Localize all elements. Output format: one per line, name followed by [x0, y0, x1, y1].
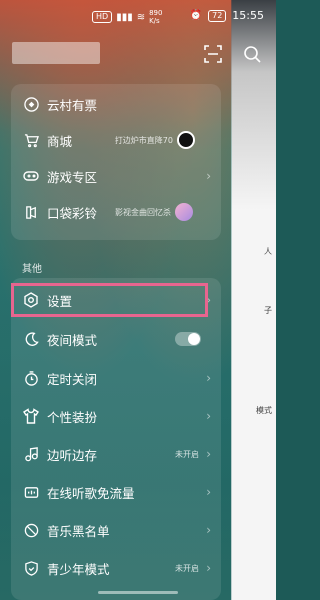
timer-icon	[23, 370, 39, 386]
main-page-peek[interactable]: 人 子 模式	[231, 0, 276, 600]
menu-label: 边听边存	[47, 447, 98, 463]
menu-item-blacklist[interactable]: 音乐黑名单 ›	[11, 512, 221, 548]
menu-label: 口袋彩铃	[47, 205, 98, 221]
battery-indicator: 72	[208, 9, 227, 22]
menu-label: 商城	[47, 133, 73, 149]
menu-item-data-free[interactable]: 在线听歌免流量 ›	[11, 474, 221, 510]
menu-item-night-mode[interactable]: 夜间模式	[11, 321, 221, 357]
promo-thumbnail	[175, 203, 193, 221]
cart-icon	[23, 132, 39, 148]
block-icon	[23, 522, 39, 538]
chevron-right-icon: ›	[206, 409, 211, 423]
menu-label: 定时关闭	[47, 371, 98, 387]
network-speed: 890 K/s	[149, 9, 163, 25]
status-text: 未开启	[175, 563, 199, 573]
data-free-icon	[23, 484, 39, 500]
alarm-icon: ⏰	[189, 10, 203, 21]
chevron-right-icon: ›	[206, 447, 211, 461]
shirt-icon	[23, 408, 39, 424]
menu-item-mall[interactable]: 商城 打边炉市直降70	[11, 122, 221, 158]
other-card: 设置 › 夜间模式 定时关闭 › 个性装扮 › 边听边存 未开启 › 在线听歌免	[11, 278, 221, 600]
menu-item-listen-save[interactable]: 边听边存 未开启 ›	[11, 436, 221, 472]
section-title: 其他	[22, 264, 42, 275]
clock: 15:55	[232, 9, 264, 22]
settings-highlight-box	[11, 283, 208, 317]
menu-item-ringtone[interactable]: 口袋彩铃 影视金曲回忆杀	[11, 194, 221, 230]
wifi-icon: ≋	[136, 11, 146, 23]
search-icon[interactable]	[243, 45, 261, 63]
menu-label: 音乐黑名单	[47, 523, 110, 539]
peek-text: 子	[264, 306, 272, 315]
promo-text: 影视金曲回忆杀	[115, 207, 171, 217]
menu-label: 个性装扮	[47, 409, 98, 425]
hd-badge: HD	[92, 11, 113, 23]
shield-icon	[23, 560, 39, 576]
menu-label: 游戏专区	[47, 169, 98, 185]
home-indicator	[98, 591, 178, 594]
status-bar: HD ▮▮▮ ≋ 890 K/s ⏰ 72 15:55	[0, 0, 276, 30]
feature-card: 云村有票 商城 打边炉市直降70 游戏专区 › 口袋彩铃 影视金曲回忆杀	[11, 84, 221, 240]
scan-icon[interactable]	[204, 45, 222, 63]
chevron-right-icon: ›	[206, 485, 211, 499]
menu-label: 在线听歌免流量	[47, 485, 135, 501]
menu-item-tickets[interactable]: 云村有票	[11, 86, 221, 122]
menu-item-youth-mode[interactable]: 青少年模式 未开启 ›	[11, 550, 221, 586]
menu-item-games[interactable]: 游戏专区 ›	[11, 158, 221, 194]
moon-icon	[23, 331, 39, 347]
menu-label: 夜间模式	[47, 332, 98, 348]
menu-label: 云村有票	[47, 97, 98, 113]
peek-text: 人	[264, 247, 272, 256]
menu-item-sleep-timer[interactable]: 定时关闭 ›	[11, 360, 221, 396]
ringtone-icon	[23, 204, 39, 220]
chevron-right-icon: ›	[206, 169, 211, 183]
peek-text: 模式	[256, 406, 272, 415]
ticket-icon	[23, 96, 39, 112]
promo-text: 打边炉市直降70	[114, 135, 173, 145]
chevron-right-icon: ›	[206, 371, 211, 385]
menu-label: 青少年模式	[47, 561, 110, 577]
music-save-icon	[23, 446, 39, 462]
user-profile-bar[interactable]	[12, 42, 100, 64]
status-text: 未开启	[175, 449, 199, 459]
gamepad-icon	[23, 168, 39, 184]
chevron-right-icon: ›	[206, 523, 211, 537]
chevron-right-icon: ›	[206, 561, 211, 575]
promo-thumbnail	[177, 131, 195, 149]
signal-icon: ▮▮▮	[116, 11, 133, 23]
menu-item-theme[interactable]: 个性装扮 ›	[11, 398, 221, 434]
night-mode-toggle[interactable]	[175, 332, 201, 346]
